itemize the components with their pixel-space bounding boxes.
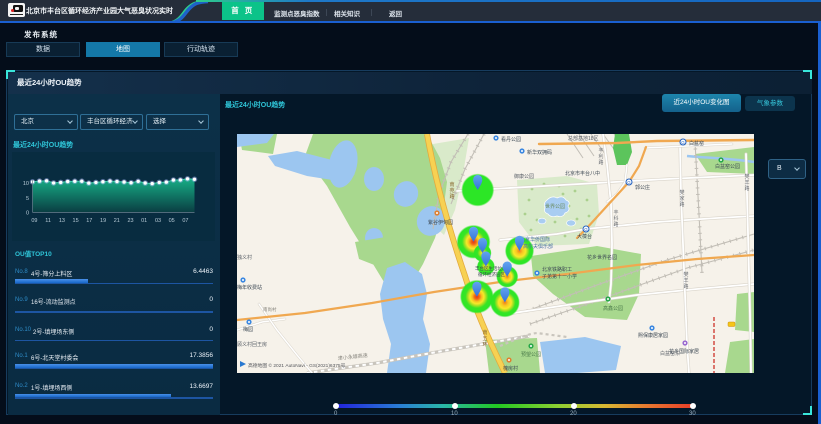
- svg-text:丰台区生活垃圾: 丰台区生活垃圾: [475, 265, 507, 272]
- svg-text:花乡世界名园: 花乡世界名园: [587, 254, 617, 261]
- svg-text:梅年收费站: 梅年收费站: [237, 284, 262, 291]
- svg-text:梅园: 梅园: [243, 326, 253, 333]
- svg-text:路: 路: [449, 193, 454, 200]
- svg-text:05: 05: [169, 218, 175, 224]
- svg-text:21: 21: [114, 218, 120, 224]
- svg-text:高鑫公园: 高鑫公园: [603, 305, 623, 312]
- svg-text:新华双拥码: 新华双拥码: [527, 149, 552, 156]
- svg-text:樊: 樊: [683, 271, 688, 278]
- svg-text:羊: 羊: [744, 179, 749, 186]
- svg-text:13: 13: [59, 218, 65, 224]
- svg-text:总部基地18区: 总部基地18区: [568, 135, 599, 142]
- svg-text:北京市丰台八中: 北京市丰台八中: [565, 170, 600, 177]
- svg-text:大葆台: 大葆台: [577, 233, 592, 240]
- svg-text:丰: 丰: [598, 147, 603, 154]
- svg-text:南: 南: [482, 329, 487, 336]
- svg-text:03: 03: [155, 218, 161, 224]
- svg-text:5: 5: [26, 196, 29, 202]
- svg-text:樊: 樊: [744, 173, 749, 180]
- svg-text:09: 09: [31, 218, 37, 224]
- svg-text:路: 路: [744, 185, 749, 192]
- svg-text:环: 环: [482, 342, 487, 348]
- svg-text:顾义村回王房: 顾义村回王房: [237, 341, 267, 348]
- svg-text:高德地图 © 2021 AutoNavi - GS(2021: 高德地图 © 2021 AutoNavi - GS(2021)6375号: [248, 362, 346, 369]
- svg-text:南尚村: 南尚村: [263, 306, 277, 313]
- svg-text:G: G: [627, 180, 631, 185]
- svg-text:路: 路: [613, 221, 618, 228]
- svg-text:紫谷伊甸园: 紫谷伊甸园: [428, 219, 453, 226]
- svg-text:科: 科: [613, 215, 618, 222]
- svg-text:0: 0: [26, 211, 29, 217]
- svg-text:苑: 苑: [449, 187, 454, 194]
- svg-text:路: 路: [679, 201, 684, 208]
- svg-text:23: 23: [127, 218, 133, 224]
- svg-text:郭公庄: 郭公庄: [635, 184, 650, 191]
- svg-text:南: 南: [449, 181, 454, 188]
- svg-text:白盆窑: 白盆窑: [689, 140, 704, 147]
- svg-text:路: 路: [683, 283, 688, 290]
- svg-text:19: 19: [100, 218, 106, 224]
- svg-text:羊: 羊: [683, 277, 688, 284]
- svg-text:07: 07: [182, 218, 188, 224]
- svg-text:白盆窑公园: 白盆窑公园: [715, 163, 740, 170]
- svg-text:北京华侨国际: 北京华侨国际: [520, 236, 550, 243]
- svg-text:高尔夫俱乐部: 高尔夫俱乐部: [523, 243, 553, 250]
- svg-text:G: G: [584, 227, 588, 232]
- svg-text:01: 01: [141, 218, 147, 224]
- svg-text:白盆窑东: 白盆窑东: [660, 350, 680, 357]
- svg-text:利: 利: [598, 153, 603, 160]
- svg-text:熙保康居家园: 熙保康居家园: [638, 332, 668, 339]
- svg-text:御康公园: 御康公园: [514, 173, 534, 180]
- svg-text:家: 家: [679, 195, 684, 202]
- svg-text:槐房村: 槐房村: [503, 365, 518, 372]
- svg-text:G: G: [681, 140, 685, 145]
- svg-text:预望公园: 预望公园: [521, 351, 541, 358]
- svg-text:17: 17: [86, 218, 92, 224]
- svg-text:子弟第十一小学: 子弟第十一小学: [542, 273, 577, 280]
- svg-text:樊: 樊: [679, 189, 684, 196]
- svg-text:独义村: 独义村: [237, 254, 252, 261]
- svg-text:路: 路: [598, 159, 603, 166]
- svg-text:看丹公园: 看丹公园: [501, 136, 521, 143]
- svg-text:10: 10: [23, 181, 29, 187]
- svg-text:11: 11: [45, 218, 51, 224]
- svg-text:世界公园: 世界公园: [545, 203, 565, 210]
- svg-text:循环经济园区: 循环经济园区: [478, 271, 505, 278]
- svg-text:丰: 丰: [613, 209, 618, 216]
- svg-text:北京铁路职工: 北京铁路职工: [542, 266, 572, 273]
- svg-text:15: 15: [73, 218, 79, 224]
